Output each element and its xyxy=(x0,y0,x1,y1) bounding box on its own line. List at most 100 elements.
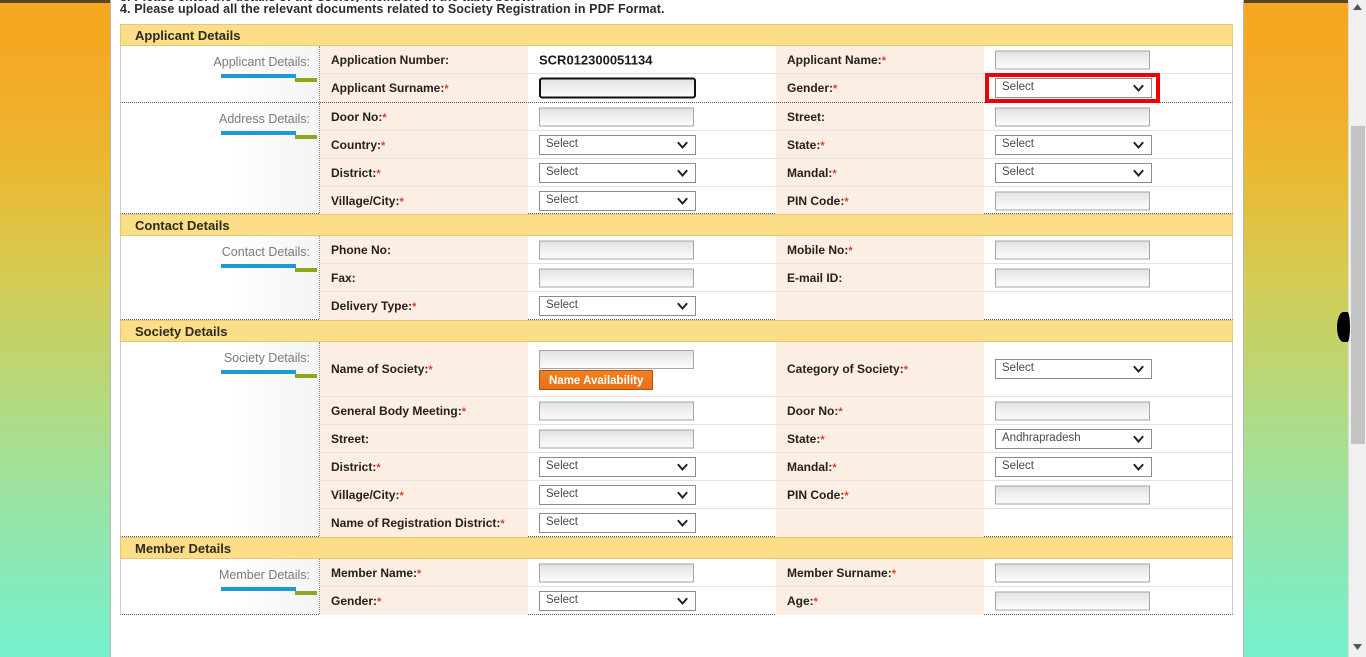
chevron-down-icon xyxy=(1133,462,1144,473)
triangle-down-icon xyxy=(1353,644,1362,650)
group-caption-column: Address Details: xyxy=(121,103,320,213)
chevron-down-icon xyxy=(1133,140,1144,151)
label-cell-left: Gender:* xyxy=(320,587,528,615)
society-street-input[interactable] xyxy=(539,429,694,448)
society-state-select-value: Andhrapradesh xyxy=(1002,431,1081,444)
group-rows: Phone No: Mobile No:* Fax: E-mail ID: Delive… xyxy=(320,236,1232,320)
field-label: Door No:* xyxy=(787,403,843,418)
form-row: Application Number: SCR012300051134 Applic… xyxy=(320,46,1232,74)
label-cell-right: State:* xyxy=(776,131,984,158)
required-asterisk: * xyxy=(903,364,908,376)
field-label: District:* xyxy=(331,165,381,180)
name-availability-button[interactable]: Name Availability xyxy=(539,370,654,390)
society-pin-code-input[interactable] xyxy=(995,485,1150,504)
applicant-state-select[interactable]: Select xyxy=(995,134,1152,155)
section-header-member: Member Details xyxy=(120,537,1233,559)
section-title: Applicant Details xyxy=(135,28,241,43)
field-cell-left: Select xyxy=(528,453,776,480)
field-label: Gender:* xyxy=(331,594,382,608)
contact-mobile-no-input[interactable] xyxy=(995,240,1150,259)
form-page: 3. Please enter the details of the socie… xyxy=(110,0,1244,657)
society-name-of-society-input[interactable] xyxy=(539,350,694,369)
applicant-applicant-name-input[interactable] xyxy=(995,50,1150,69)
society-general-body-meeting-input[interactable] xyxy=(539,401,694,420)
chevron-down-icon xyxy=(1133,364,1144,375)
applicant-state-select-value: Select xyxy=(1002,137,1034,150)
scrollbar-up-arrow[interactable] xyxy=(1349,0,1366,17)
contact-phone-no-input[interactable] xyxy=(539,240,694,259)
contact-fax-input[interactable] xyxy=(539,268,694,287)
field-label: Gender:* xyxy=(787,81,838,95)
required-asterisk: * xyxy=(813,596,818,608)
applicant-street-input[interactable] xyxy=(995,107,1150,126)
form-row: Name of Society:* Name Availability Catego… xyxy=(320,342,1232,397)
society-district-select-value: Select xyxy=(546,459,578,472)
member-member-surname-input[interactable] xyxy=(995,563,1150,582)
required-asterisk: * xyxy=(428,364,433,376)
caption-rule-blue xyxy=(221,264,296,268)
scrollbar-down-arrow[interactable] xyxy=(1349,640,1366,657)
required-asterisk: * xyxy=(832,167,837,180)
field-cell-right xyxy=(984,103,1232,130)
field-label: Applicant Surname:* xyxy=(331,81,449,95)
group-caption-label: Society Details: xyxy=(223,351,310,365)
vertical-scrollbar[interactable] xyxy=(1348,0,1366,657)
label-cell-right: Mandal:* xyxy=(776,159,984,186)
society-state-select[interactable]: Andhrapradesh xyxy=(995,428,1152,449)
caption-rule-blue xyxy=(221,74,296,78)
field-cell-right: Select xyxy=(984,74,1232,102)
field-cell-left: Select xyxy=(528,187,776,215)
member-gender-select[interactable]: Select xyxy=(539,591,696,611)
scrollbar-thumb[interactable] xyxy=(1351,126,1365,444)
society-name-of-registration-district-select[interactable]: Select xyxy=(539,513,696,533)
caption-rule-blue xyxy=(221,370,296,374)
applicant-country-select[interactable]: Select xyxy=(539,134,696,155)
field-label: District:* xyxy=(331,459,381,474)
chevron-down-icon xyxy=(1133,83,1144,94)
required-asterisk: * xyxy=(891,567,896,580)
field-label: State:* xyxy=(787,431,825,446)
society-mandal-select[interactable]: Select xyxy=(995,456,1152,477)
chevron-down-icon xyxy=(677,596,688,607)
field-label: State:* xyxy=(787,137,825,152)
chevron-down-icon xyxy=(677,196,688,207)
member-age-input[interactable] xyxy=(995,591,1150,611)
field-cell-left xyxy=(528,74,776,102)
field-cell-right: Select xyxy=(984,342,1232,396)
applicant-village-city-select[interactable]: Select xyxy=(539,191,696,211)
applicant-application-number-value: SCR012300051134 xyxy=(539,52,653,67)
applicant-district-select-value: Select xyxy=(546,165,578,178)
field-cell-left: Select xyxy=(528,131,776,158)
field-label: Member Name:* xyxy=(331,565,422,580)
applicant-pin-code-input[interactable] xyxy=(995,191,1150,211)
required-asterisk: * xyxy=(412,301,417,313)
field-cell-left: Select xyxy=(528,292,776,320)
applicant-gender-select[interactable]: Select xyxy=(995,78,1152,98)
field-label: Mandal:* xyxy=(787,459,837,474)
applicant-mandal-select-value: Select xyxy=(1002,165,1034,178)
contact-e-mail-id-input[interactable] xyxy=(995,268,1150,287)
chevron-down-icon xyxy=(677,140,688,151)
field-cell-right: Select xyxy=(984,159,1232,186)
group-rows: Application Number: SCR012300051134 Applic… xyxy=(320,46,1232,102)
required-asterisk: * xyxy=(381,139,386,152)
required-asterisk: * xyxy=(848,244,853,257)
label-cell-right: Member Surname:* xyxy=(776,559,984,586)
society-village-city-select[interactable]: Select xyxy=(539,484,696,505)
contact-delivery-type-select[interactable]: Select xyxy=(539,296,696,316)
society-category-of-society-select[interactable]: Select xyxy=(995,359,1152,379)
label-cell-left: Phone No: xyxy=(320,236,528,263)
applicant-applicant-surname-input[interactable] xyxy=(539,77,696,99)
applicant-district-select[interactable]: Select xyxy=(539,162,696,183)
society-door-no-input[interactable] xyxy=(995,401,1150,420)
society-village-city-select-value: Select xyxy=(546,487,578,500)
applicant-mandal-select[interactable]: Select xyxy=(995,162,1152,183)
society-district-select[interactable]: Select xyxy=(539,456,696,477)
caption-rule-green xyxy=(295,374,317,378)
label-cell-left: General Body Meeting:* xyxy=(320,397,528,424)
label-cell-right: Mandal:* xyxy=(776,453,984,480)
field-group-member-0: Member Details: Member Name:* Member Surna… xyxy=(120,559,1233,615)
member-member-name-input[interactable] xyxy=(539,563,694,582)
field-cell-left xyxy=(528,103,776,130)
applicant-door-no-input[interactable] xyxy=(539,107,694,126)
